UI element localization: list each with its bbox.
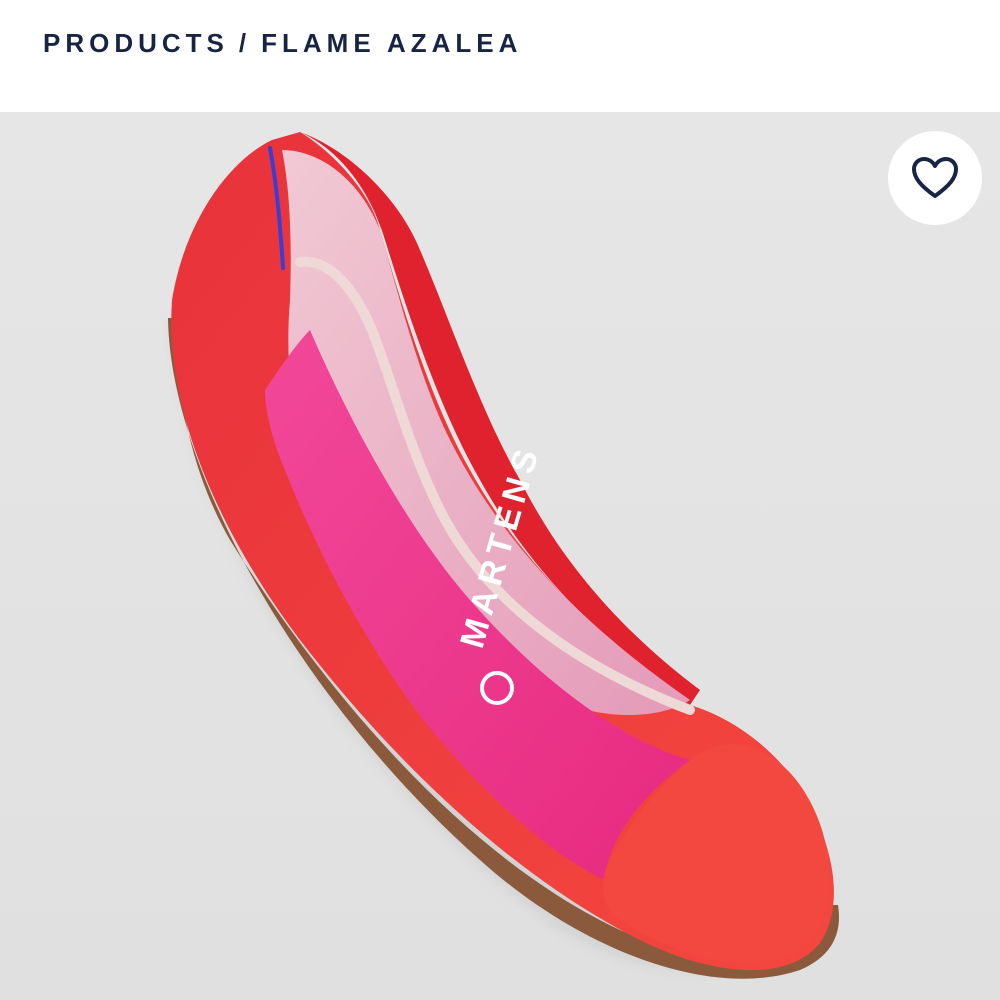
- breadcrumb: PRODUCTS / FLAME AZALEA: [43, 28, 522, 59]
- product-image-area: MARTENS: [0, 112, 1000, 1000]
- breadcrumb-products-link[interactable]: PRODUCTS: [43, 28, 229, 58]
- breadcrumb-current: FLAME AZALEA: [261, 28, 523, 58]
- page-header: PRODUCTS / FLAME AZALEA: [0, 0, 1000, 112]
- product-image: MARTENS: [168, 132, 840, 979]
- favorite-button[interactable]: [888, 131, 982, 225]
- breadcrumb-separator: /: [238, 28, 252, 58]
- heart-outline-icon: [912, 157, 958, 198]
